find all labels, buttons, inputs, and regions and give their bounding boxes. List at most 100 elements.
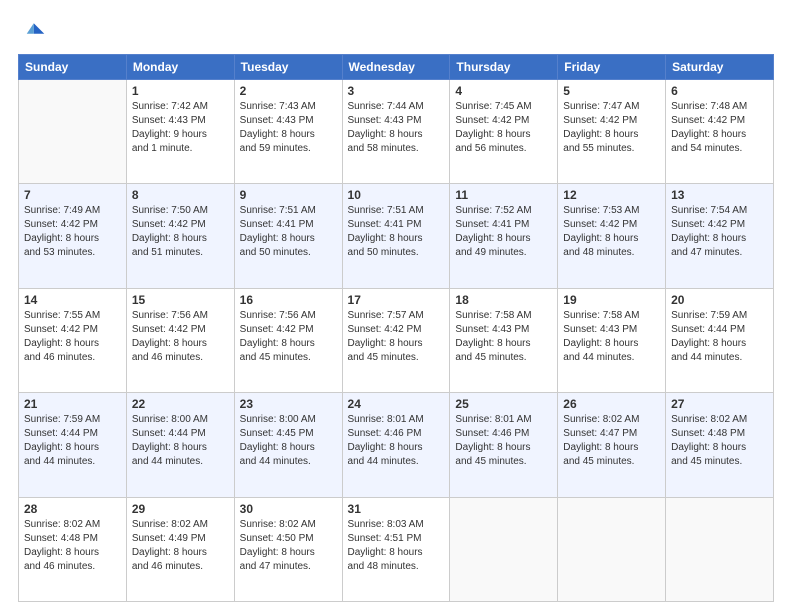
day-info: Sunrise: 8:02 AM Sunset: 4:50 PM Dayligh… xyxy=(240,518,337,574)
day-cell: 17 Sunrise: 7:57 AM Sunset: 4:42 PM Dayli… xyxy=(342,288,450,392)
day-cell: 25 Sunrise: 8:01 AM Sunset: 4:46 PM Dayli… xyxy=(450,393,558,497)
day-info: Sunrise: 7:55 AM Sunset: 4:42 PM Dayligh… xyxy=(24,309,121,365)
day-cell: 13 Sunrise: 7:54 AM Sunset: 4:42 PM Dayli… xyxy=(666,184,774,288)
day-number: 20 xyxy=(671,293,768,307)
day-info: Sunrise: 8:00 AM Sunset: 4:44 PM Dayligh… xyxy=(132,413,229,469)
day-info: Sunrise: 7:45 AM Sunset: 4:42 PM Dayligh… xyxy=(455,100,552,156)
day-cell: 27Sunrise: 8:02 AM Sunset: 4:48 PM Dayli… xyxy=(666,393,774,497)
day-info: Sunrise: 7:47 AM Sunset: 4:42 PM Dayligh… xyxy=(563,100,660,156)
day-number: 3 xyxy=(348,84,445,98)
day-number: 25 xyxy=(455,397,552,411)
day-info: Sunrise: 8:00 AM Sunset: 4:45 PM Dayligh… xyxy=(240,413,337,469)
day-number: 6 xyxy=(671,84,768,98)
day-cell: 10 Sunrise: 7:51 AM Sunset: 4:41 PM Dayli… xyxy=(342,184,450,288)
day-info: Sunrise: 7:51 AM Sunset: 4:41 PM Dayligh… xyxy=(348,204,445,260)
day-info: Sunrise: 8:01 AM Sunset: 4:46 PM Dayligh… xyxy=(455,413,552,469)
day-info: Sunrise: 7:49 AM Sunset: 4:42 PM Dayligh… xyxy=(24,204,121,260)
calendar: SundayMondayTuesdayWednesdayThursdayFrid… xyxy=(18,54,774,602)
day-number: 22 xyxy=(132,397,229,411)
day-info: Sunrise: 7:52 AM Sunset: 4:41 PM Dayligh… xyxy=(455,204,552,260)
day-info: Sunrise: 8:01 AM Sunset: 4:46 PM Dayligh… xyxy=(348,413,445,469)
day-number: 8 xyxy=(132,188,229,202)
day-cell: 29 Sunrise: 8:02 AM Sunset: 4:49 PM Dayli… xyxy=(126,497,234,601)
day-info: Sunrise: 7:57 AM Sunset: 4:42 PM Dayligh… xyxy=(348,309,445,365)
day-cell: 5 Sunrise: 7:47 AM Sunset: 4:42 PM Daylig… xyxy=(558,80,666,184)
day-number: 26 xyxy=(563,397,660,411)
day-cell: 18Sunrise: 7:58 AM Sunset: 4:43 PM Dayli… xyxy=(450,288,558,392)
day-cell: 16Sunrise: 7:56 AM Sunset: 4:42 PM Dayli… xyxy=(234,288,342,392)
day-cell: 20 Sunrise: 7:59 AM Sunset: 4:44 PM Dayli… xyxy=(666,288,774,392)
day-number: 14 xyxy=(24,293,121,307)
day-number: 19 xyxy=(563,293,660,307)
day-info: Sunrise: 7:58 AM Sunset: 4:43 PM Dayligh… xyxy=(563,309,660,365)
col-header-sunday: Sunday xyxy=(19,55,127,80)
day-info: Sunrise: 7:51 AM Sunset: 4:41 PM Dayligh… xyxy=(240,204,337,260)
day-cell: 30 Sunrise: 8:02 AM Sunset: 4:50 PM Dayli… xyxy=(234,497,342,601)
day-info: Sunrise: 7:44 AM Sunset: 4:43 PM Dayligh… xyxy=(348,100,445,156)
day-number: 12 xyxy=(563,188,660,202)
day-number: 13 xyxy=(671,188,768,202)
day-cell xyxy=(19,80,127,184)
day-cell: 22 Sunrise: 8:00 AM Sunset: 4:44 PM Dayli… xyxy=(126,393,234,497)
day-cell: 24 Sunrise: 8:01 AM Sunset: 4:46 PM Dayli… xyxy=(342,393,450,497)
day-info: Sunrise: 8:02 AM Sunset: 4:48 PM Dayligh… xyxy=(24,518,121,574)
day-cell: 15 Sunrise: 7:56 AM Sunset: 4:42 PM Dayli… xyxy=(126,288,234,392)
day-info: Sunrise: 8:02 AM Sunset: 4:49 PM Dayligh… xyxy=(132,518,229,574)
day-number: 16 xyxy=(240,293,337,307)
day-info: Sunrise: 7:42 AM Sunset: 4:43 PM Dayligh… xyxy=(132,100,229,156)
col-header-wednesday: Wednesday xyxy=(342,55,450,80)
col-header-friday: Friday xyxy=(558,55,666,80)
day-number: 10 xyxy=(348,188,445,202)
day-cell xyxy=(450,497,558,601)
day-number: 27 xyxy=(671,397,768,411)
day-number: 4 xyxy=(455,84,552,98)
logo-icon xyxy=(18,18,46,46)
day-cell xyxy=(666,497,774,601)
day-cell: 21 Sunrise: 7:59 AM Sunset: 4:44 PM Dayli… xyxy=(19,393,127,497)
page: SundayMondayTuesdayWednesdayThursdayFrid… xyxy=(0,0,792,612)
day-cell xyxy=(558,497,666,601)
week-row-4: 21 Sunrise: 7:59 AM Sunset: 4:44 PM Dayli… xyxy=(19,393,774,497)
day-number: 17 xyxy=(348,293,445,307)
day-cell: 1 Sunrise: 7:42 AM Sunset: 4:43 PM Daylig… xyxy=(126,80,234,184)
col-header-monday: Monday xyxy=(126,55,234,80)
header xyxy=(18,18,774,46)
day-number: 23 xyxy=(240,397,337,411)
day-number: 24 xyxy=(348,397,445,411)
day-cell: 14 Sunrise: 7:55 AM Sunset: 4:42 PM Dayli… xyxy=(19,288,127,392)
day-cell: 8 Sunrise: 7:50 AM Sunset: 4:42 PM Daylig… xyxy=(126,184,234,288)
day-cell: 6 Sunrise: 7:48 AM Sunset: 4:42 PM Daylig… xyxy=(666,80,774,184)
week-row-1: 1 Sunrise: 7:42 AM Sunset: 4:43 PM Daylig… xyxy=(19,80,774,184)
day-cell: 11 Sunrise: 7:52 AM Sunset: 4:41 PM Dayli… xyxy=(450,184,558,288)
day-cell: 23 Sunrise: 8:00 AM Sunset: 4:45 PM Dayli… xyxy=(234,393,342,497)
day-number: 29 xyxy=(132,502,229,516)
col-header-tuesday: Tuesday xyxy=(234,55,342,80)
day-info: Sunrise: 7:48 AM Sunset: 4:42 PM Dayligh… xyxy=(671,100,768,156)
day-number: 31 xyxy=(348,502,445,516)
day-info: Sunrise: 7:53 AM Sunset: 4:42 PM Dayligh… xyxy=(563,204,660,260)
day-number: 30 xyxy=(240,502,337,516)
day-cell: 31Sunrise: 8:03 AM Sunset: 4:51 PM Dayli… xyxy=(342,497,450,601)
col-header-thursday: Thursday xyxy=(450,55,558,80)
week-row-5: 28 Sunrise: 8:02 AM Sunset: 4:48 PM Dayli… xyxy=(19,497,774,601)
day-info: Sunrise: 7:59 AM Sunset: 4:44 PM Dayligh… xyxy=(671,309,768,365)
week-row-2: 7Sunrise: 7:49 AM Sunset: 4:42 PM Daylig… xyxy=(19,184,774,288)
day-info: Sunrise: 7:56 AM Sunset: 4:42 PM Dayligh… xyxy=(132,309,229,365)
day-cell: 19 Sunrise: 7:58 AM Sunset: 4:43 PM Dayli… xyxy=(558,288,666,392)
calendar-header-row: SundayMondayTuesdayWednesdayThursdayFrid… xyxy=(19,55,774,80)
day-number: 5 xyxy=(563,84,660,98)
day-number: 15 xyxy=(132,293,229,307)
col-header-saturday: Saturday xyxy=(666,55,774,80)
day-number: 21 xyxy=(24,397,121,411)
day-info: Sunrise: 7:54 AM Sunset: 4:42 PM Dayligh… xyxy=(671,204,768,260)
logo xyxy=(18,18,50,46)
day-cell: 4 Sunrise: 7:45 AM Sunset: 4:42 PM Daylig… xyxy=(450,80,558,184)
day-number: 1 xyxy=(132,84,229,98)
day-number: 9 xyxy=(240,188,337,202)
day-info: Sunrise: 7:50 AM Sunset: 4:42 PM Dayligh… xyxy=(132,204,229,260)
day-number: 28 xyxy=(24,502,121,516)
day-info: Sunrise: 7:59 AM Sunset: 4:44 PM Dayligh… xyxy=(24,413,121,469)
week-row-3: 14 Sunrise: 7:55 AM Sunset: 4:42 PM Dayli… xyxy=(19,288,774,392)
day-number: 11 xyxy=(455,188,552,202)
day-cell: 12 Sunrise: 7:53 AM Sunset: 4:42 PM Dayli… xyxy=(558,184,666,288)
